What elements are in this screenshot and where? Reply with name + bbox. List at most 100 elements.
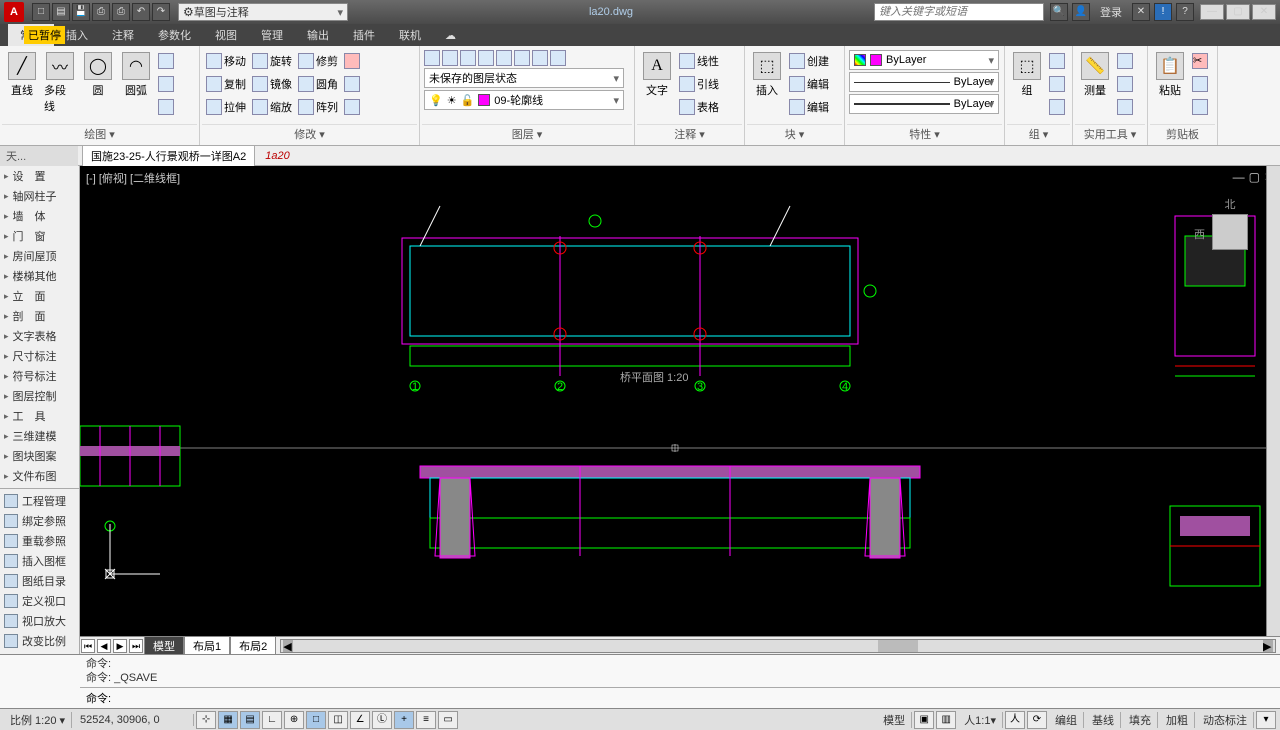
- block-create-button[interactable]: 创建: [787, 50, 831, 72]
- group-button[interactable]: ⬚组: [1009, 50, 1045, 100]
- copy-clip-button[interactable]: [1190, 73, 1210, 95]
- sidebar-tool-1[interactable]: 绑定参照: [0, 511, 79, 531]
- layout-tab-model[interactable]: 模型: [144, 636, 184, 655]
- layerlock-icon[interactable]: [514, 50, 530, 66]
- sidebar-tool-6[interactable]: 视口放大: [0, 611, 79, 631]
- app-menu-icon[interactable]: A: [4, 2, 24, 22]
- infocenter-search-icon[interactable]: 🔍: [1050, 3, 1068, 21]
- help-icon[interactable]: ?: [1176, 3, 1194, 21]
- tab-annotate[interactable]: 注释: [100, 24, 146, 46]
- sidebar-item-7[interactable]: 剖 面: [0, 306, 79, 326]
- document-tab[interactable]: 国施23-25-人行景观桥一详图A2: [82, 145, 255, 167]
- sidebar-item-8[interactable]: 文字表格: [0, 326, 79, 346]
- layout-nav-next[interactable]: ▶: [113, 639, 127, 653]
- tab-extra-icon[interactable]: ☁: [433, 26, 468, 45]
- layout-tab-1[interactable]: 布局1: [184, 636, 230, 655]
- layermore-icon[interactable]: [550, 50, 566, 66]
- sidebar-item-2[interactable]: 墙 体: [0, 206, 79, 226]
- sidebar-item-11[interactable]: 图层控制: [0, 386, 79, 406]
- move-button[interactable]: 移动: [204, 50, 248, 72]
- panel-util-title[interactable]: 实用工具 ▾: [1075, 124, 1145, 143]
- layeroff-icon[interactable]: [496, 50, 512, 66]
- info-icon[interactable]: !: [1154, 3, 1172, 21]
- exchange-icon[interactable]: ✕: [1132, 3, 1150, 21]
- qat-redo-icon[interactable]: ↷: [152, 3, 170, 21]
- groupbbox-button[interactable]: [1047, 96, 1067, 118]
- sidebar-item-12[interactable]: 工 具: [0, 406, 79, 426]
- panel-block-title[interactable]: 块 ▾: [747, 124, 842, 143]
- ungroup-button[interactable]: [1047, 50, 1067, 72]
- mirror-button[interactable]: 镜像: [250, 73, 294, 95]
- layout-tab-2[interactable]: 布局2: [230, 636, 276, 655]
- maximize-button[interactable]: ▢: [1226, 4, 1250, 20]
- hatch-button[interactable]: [156, 73, 176, 95]
- tab-parametric[interactable]: 参数化: [146, 24, 203, 46]
- layout-nav-prev[interactable]: ◀: [97, 639, 111, 653]
- sidebar-item-15[interactable]: 文件布图: [0, 466, 79, 486]
- offset-button[interactable]: [342, 96, 362, 118]
- sidebar-item-4[interactable]: 房间屋顶: [0, 246, 79, 266]
- matchprop-button[interactable]: [1190, 96, 1210, 118]
- qat-open-icon[interactable]: ▤: [52, 3, 70, 21]
- palette-title[interactable]: 天...: [0, 146, 78, 166]
- horizontal-scrollbar[interactable]: ◀▶: [280, 639, 1276, 653]
- qat-saveas-icon[interactable]: ⎙: [92, 3, 110, 21]
- sidebar-tool-4[interactable]: 图纸目录: [0, 571, 79, 591]
- sidebar-item-9[interactable]: 尺寸标注: [0, 346, 79, 366]
- sidebar-item-14[interactable]: 图块图案: [0, 446, 79, 466]
- lineweight-dropdown[interactable]: ByLayer: [849, 94, 999, 114]
- block-edit-button[interactable]: 编辑: [787, 73, 831, 95]
- cut-button[interactable]: ✂: [1190, 50, 1210, 72]
- sidebar-item-10[interactable]: 符号标注: [0, 366, 79, 386]
- explode-button[interactable]: [342, 73, 362, 95]
- tab-output[interactable]: 输出: [295, 24, 341, 46]
- sidebar-tool-8[interactable]: 布局旋转: [0, 651, 79, 654]
- text-button[interactable]: A文字: [639, 50, 675, 100]
- layout-nav-last[interactable]: ⏭: [129, 639, 143, 653]
- sidebar-tool-5[interactable]: 定义视口: [0, 591, 79, 611]
- qat-print-icon[interactable]: ⎙: [112, 3, 130, 21]
- tab-plugins[interactable]: 插件: [341, 24, 387, 46]
- sidebar-item-0[interactable]: 设 置: [0, 166, 79, 186]
- panel-annot-title[interactable]: 注释 ▾: [637, 124, 742, 143]
- sidebar-tool-7[interactable]: 改变比例: [0, 631, 79, 651]
- quickselect-button[interactable]: [1115, 73, 1135, 95]
- command-line[interactable]: 命令:: [80, 687, 1280, 708]
- rotate-button[interactable]: 旋转: [250, 50, 294, 72]
- sidebar-item-1[interactable]: 轴网柱子: [0, 186, 79, 206]
- sidebar-item-5[interactable]: 楼梯其他: [0, 266, 79, 286]
- selectall-button[interactable]: [1115, 50, 1135, 72]
- panel-modify-title[interactable]: 修改 ▾: [202, 124, 417, 143]
- minimize-button[interactable]: —: [1200, 4, 1224, 20]
- arc-button[interactable]: ◠圆弧: [118, 50, 154, 100]
- measure-button[interactable]: 📏测量: [1077, 50, 1113, 100]
- layerfreeze-icon[interactable]: [478, 50, 494, 66]
- ellipse-button[interactable]: [156, 96, 176, 118]
- color-dropdown[interactable]: ByLayer: [849, 50, 999, 70]
- tab-view[interactable]: 视图: [203, 24, 249, 46]
- qat-undo-icon[interactable]: ↶: [132, 3, 150, 21]
- qat-new-icon[interactable]: □: [32, 3, 50, 21]
- layerprop-icon[interactable]: [424, 50, 440, 66]
- layerstate-dropdown[interactable]: 未保存的图层状态: [424, 68, 624, 88]
- rect-button[interactable]: [156, 50, 176, 72]
- panel-draw-title[interactable]: 绘图 ▾: [2, 124, 197, 143]
- sidebar-item-3[interactable]: 门 窗: [0, 226, 79, 246]
- sidebar-item-6[interactable]: 立 面: [0, 286, 79, 306]
- command-tab[interactable]: 1a20: [265, 150, 289, 162]
- tab-manage[interactable]: 管理: [249, 24, 295, 46]
- array-button[interactable]: 阵列: [296, 96, 340, 118]
- layerstate-icon[interactable]: [532, 50, 548, 66]
- panel-layer-title[interactable]: 图层 ▾: [422, 124, 632, 143]
- fillet-button[interactable]: 圆角: [296, 73, 340, 95]
- insert-button[interactable]: ⬚插入: [749, 50, 785, 100]
- panel-prop-title[interactable]: 特性 ▾: [847, 124, 1002, 143]
- block-attedit-button[interactable]: 编辑: [787, 96, 831, 118]
- linetype-dropdown[interactable]: ByLayer: [849, 72, 999, 92]
- close-button[interactable]: ✕: [1252, 4, 1276, 20]
- sidebar-item-13[interactable]: 三维建模: [0, 426, 79, 446]
- line-button[interactable]: ╱直线: [4, 50, 40, 100]
- workspace-dropdown[interactable]: ⚙草图与注释: [178, 3, 348, 21]
- layer-dropdown[interactable]: 💡☀🔓09-轮廓线: [424, 90, 624, 110]
- copy-button[interactable]: 复制: [204, 73, 248, 95]
